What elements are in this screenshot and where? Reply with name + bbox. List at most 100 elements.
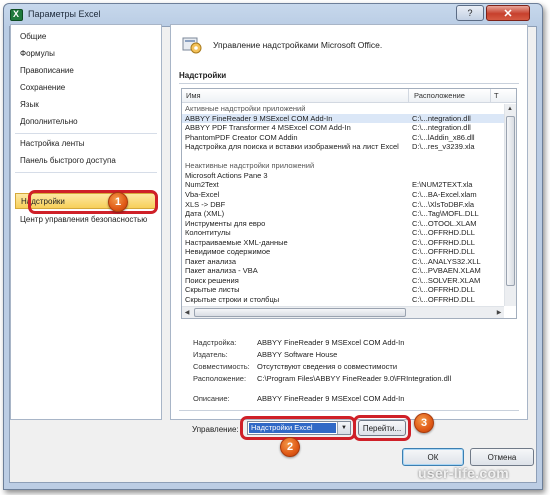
addin-name: Настраиваемые XML-данные (185, 237, 288, 247)
addin-location: C:\...OFFRHD.DLL (412, 237, 475, 247)
sidebar-item-quick-access-toolbar[interactable]: Панель быстрого доступа (15, 153, 157, 169)
table-row[interactable]: Скрытые строки и столбцы C:\...OFFRHD.DLL (182, 295, 504, 304)
addin-location: C:\...BA-Excel.xlam (412, 189, 477, 199)
addin-name: Колонтитулы (185, 228, 231, 238)
table-row[interactable]: ABBYY FineReader 9 MSExcel COM Add-In C:\… (182, 113, 504, 123)
addin-location: C:\...OFFRHD.DLL (412, 247, 475, 257)
detail-key: Издатель: (193, 350, 228, 359)
table-row[interactable]: Скрытые листы C:\...OFFRHD.DLL (182, 285, 504, 294)
column-divider[interactable] (408, 89, 409, 103)
addin-name: Надстройка для поиска и вставки изображе… (185, 142, 399, 152)
table-row[interactable]: XLS -> DBF C:\...\XlsToDBF.xla (182, 200, 504, 209)
addin-location: C:\...OTOOL.XLAM (412, 218, 477, 228)
table-row[interactable]: ABBYY PDF Transformer 4 MSExcel COM Add-… (182, 123, 504, 132)
column-divider[interactable] (490, 89, 491, 103)
table-row[interactable]: Дата (XML) C:\...Tag\MOFL.DLL (182, 209, 504, 218)
addin-name: Пакет анализа (185, 256, 237, 266)
column-header-location[interactable]: Расположение (414, 91, 465, 100)
addin-location: C:\...OFFRHD.DLL (412, 295, 475, 304)
addin-location: C:\...OFFRHD.DLL (412, 228, 475, 238)
title-bar: Параметры Excel ? ✕ (4, 4, 542, 26)
addin-name: Скрытые листы (185, 285, 240, 295)
sidebar-item-language[interactable]: Язык (15, 97, 157, 113)
sidebar-divider (15, 133, 157, 134)
sidebar-item-formulas[interactable]: Формулы (15, 46, 157, 62)
addin-location: C:\...lAddin_x86.dll (412, 132, 475, 142)
addins-panel: Управление надстройками Microsoft Office… (170, 24, 528, 420)
addin-location: C:\...SOLVER.XLAM (412, 275, 481, 285)
table-row[interactable]: Настраиваемые XML-данные C:\...OFFRHD.DLL (182, 238, 504, 247)
addin-name: XLS -> DBF (185, 199, 226, 209)
addins-list[interactable]: Имя Расположение Т Активные надстройки п… (181, 88, 517, 319)
manage-label: Управление: (192, 425, 239, 434)
addin-name: Невидимое содержимое (185, 247, 271, 257)
table-row[interactable]: Num2Text E:\NUM2TEXT.xla (182, 180, 504, 189)
scroll-up-arrow-icon[interactable]: ▲ (505, 104, 515, 114)
addin-name: Пакет анализа - VBA (185, 266, 258, 276)
detail-value: ABBYY FineReader 9 MSExcel COM Add-In (257, 394, 405, 403)
list-header: Имя Расположение Т (182, 89, 516, 103)
addin-name: Скрытые строки и столбцы (185, 295, 280, 304)
highlight-go-button (353, 415, 411, 441)
ok-button[interactable]: ОК (402, 448, 464, 466)
addin-name: Неактивные надстройки приложений (185, 161, 315, 171)
column-header-type[interactable]: Т (494, 91, 499, 100)
column-header-name[interactable]: Имя (186, 91, 201, 100)
addin-name: Поиск решения (185, 275, 239, 285)
addin-name: Vba-Excel (185, 189, 220, 199)
sidebar-item-advanced[interactable]: Дополнительно (15, 114, 157, 130)
detail-value: C:\Program Files\ABBYY FineReader 9.0\FR… (257, 374, 452, 383)
addin-name: ABBYY PDF Transformer 4 MSExcel COM Add-… (185, 123, 351, 133)
table-row[interactable]: Колонтитулы C:\...OFFRHD.DLL (182, 228, 504, 237)
vertical-scroll-thumb[interactable] (506, 116, 515, 286)
table-row[interactable]: Пакет анализа C:\...ANALYS32.XLL (182, 257, 504, 266)
addins-gear-icon (182, 37, 202, 54)
help-button[interactable]: ? (456, 5, 484, 21)
list-group-header (182, 152, 504, 161)
sidebar-item-proofing[interactable]: Правописание (15, 63, 157, 79)
horizontal-scroll-thumb[interactable] (194, 308, 406, 317)
close-button[interactable]: ✕ (486, 5, 530, 21)
table-row[interactable]: PhantomPDF Creator COM Addin C:\...lAddin… (182, 133, 504, 142)
sidebar-item-trust-center[interactable]: Центр управления безопасностью (15, 212, 157, 228)
addin-location: C:\...ntegration.dll (412, 113, 471, 123)
table-row[interactable]: Vba-Excel C:\...BA-Excel.xlam (182, 190, 504, 199)
table-row[interactable]: Поиск решения C:\...SOLVER.XLAM (182, 276, 504, 285)
addin-location: C:\...Tag\MOFL.DLL (412, 209, 479, 219)
options-sidebar: Общие Формулы Правописание Сохранение Яз… (10, 24, 162, 420)
watermark: user-life.com (418, 465, 510, 481)
cancel-button[interactable]: Отмена (470, 448, 534, 466)
addin-name: PhantomPDF Creator COM Addin (185, 132, 298, 142)
scroll-left-arrow-icon[interactable]: ◀ (182, 307, 192, 317)
manage-divider (179, 410, 519, 411)
addin-name: Num2Text (185, 180, 219, 190)
addin-name: Дата (XML) (185, 209, 225, 219)
vertical-scrollbar[interactable]: ▲ (504, 104, 516, 306)
table-row[interactable]: Инструменты для евро C:\...OTOOL.XLAM (182, 219, 504, 228)
table-row[interactable]: Невидимое содержимое C:\...OFFRHD.DLL (182, 247, 504, 256)
sidebar-divider (15, 172, 157, 173)
sidebar-item-customize-ribbon[interactable]: Настройка ленты (15, 136, 157, 152)
scroll-right-arrow-icon[interactable]: ▶ (494, 307, 504, 317)
table-row[interactable]: Надстройка для поиска и вставки изображе… (182, 142, 504, 151)
horizontal-scrollbar[interactable]: ◀ ▶ (182, 306, 504, 318)
addin-location: C:\...ANALYS32.XLL (412, 256, 481, 266)
detail-value: ABBYY Software House (257, 350, 338, 359)
sidebar-item-save[interactable]: Сохранение (15, 80, 157, 96)
callout-badge-1: 1 (108, 192, 128, 212)
detail-value: Отсутствуют сведения о совместимости (257, 362, 398, 371)
panel-header-text: Управление надстройками Microsoft Office… (213, 40, 383, 50)
table-row[interactable]: Microsoft Actions Pane 3 (182, 171, 504, 180)
sidebar-item-general[interactable]: Общие (15, 29, 157, 45)
detail-key: Надстройка: (193, 338, 237, 347)
addin-name: Активные надстройки приложений (185, 104, 306, 113)
highlight-manage-select (240, 416, 356, 440)
table-row[interactable]: Пакет анализа - VBA C:\...PVBAEN.XLAM (182, 266, 504, 275)
window-title: Параметры Excel (28, 9, 101, 19)
detail-value: ABBYY FineReader 9 MSExcel COM Add-In (257, 338, 405, 347)
addin-location: C:\...\XlsToDBF.xla (412, 199, 475, 209)
highlight-addins-nav (28, 190, 158, 214)
detail-key: Совместимость: (193, 362, 250, 371)
callout-badge-3: 3 (414, 413, 434, 433)
list-group-header: Неактивные надстройки приложений (182, 161, 504, 170)
